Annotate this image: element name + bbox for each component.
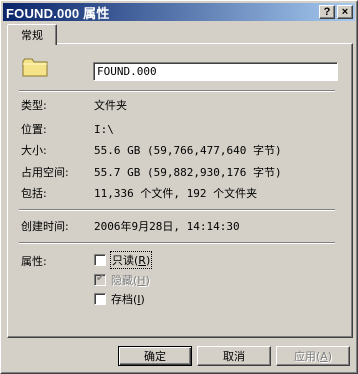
separator [19, 90, 335, 92]
cancel-button[interactable]: 取消 [197, 346, 271, 366]
hidden-checkbox-box: ✔ [94, 274, 106, 286]
apply-text: 应用 [293, 350, 316, 363]
property-row-created: 创建时间: 2006年9月28日, 14:14:30 [21, 219, 240, 233]
archive-checkbox[interactable]: 存档(I) [94, 292, 145, 306]
apply-button: 应用(A) [276, 346, 350, 366]
close-button[interactable]: × [337, 5, 353, 19]
close-icon: × [341, 5, 349, 18]
location-label: 位置: [21, 123, 47, 136]
cancel-button-label: 取消 [223, 350, 245, 363]
readonly-checkbox-label[interactable]: 只读(R) [109, 251, 153, 269]
hidden-checkbox: ✔ 隐藏(H) [94, 273, 150, 287]
contains-value: 11,336 个文件, 192 个文件夹 [94, 187, 258, 200]
property-row-size-on-disk: 占用空间: 55.7 GB (59,882,930,176 字节) [21, 165, 282, 179]
separator [19, 242, 335, 244]
archive-text: 存档 [111, 293, 133, 306]
location-value: I:\ [94, 122, 114, 136]
help-icon: ? [323, 5, 331, 18]
archive-checkbox-box[interactable] [94, 293, 106, 305]
size-on-disk-value: 55.7 GB (59,882,930,176 字节) [94, 166, 282, 179]
separator [19, 209, 335, 211]
property-row-contains: 包括: 11,336 个文件, 192 个文件夹 [21, 186, 257, 200]
hidden-text: 隐藏 [111, 274, 133, 287]
folder-name-field[interactable]: FOUND.000 [93, 62, 338, 81]
type-value: 文件夹 [94, 99, 127, 112]
property-row-type: 类型: 文件夹 [21, 98, 127, 112]
readonly-checkbox[interactable]: 只读(R) [94, 251, 153, 269]
ok-button[interactable]: 确定 [118, 346, 192, 366]
attributes-label: 属性: [21, 255, 47, 268]
ok-button-label: 确定 [144, 350, 166, 363]
tab-general[interactable]: 常规 [7, 24, 57, 45]
apply-button-label: 应用(A) [293, 350, 333, 363]
hidden-key: H [137, 274, 146, 287]
title-bar[interactable]: FOUND.000 属性 ? × [3, 3, 355, 21]
tab-general-label: 常规 [21, 29, 43, 42]
archive-key: I [137, 293, 141, 306]
window-title: FOUND.000 属性 [6, 5, 110, 21]
folder-icon [22, 58, 48, 77]
archive-checkbox-label[interactable]: 存档(I) [111, 291, 145, 307]
created-value: 2006年9月28日, 14:14:30 [94, 220, 240, 233]
apply-key: A [320, 350, 328, 363]
checkmark-icon: ✔ [96, 273, 105, 284]
help-button[interactable]: ? [319, 5, 335, 19]
property-row-location: 位置: I:\ [21, 122, 114, 137]
properties-dialog: FOUND.000 属性 ? × 常规 FOUND.000 类型: 文件夹 位置… [0, 0, 358, 374]
readonly-checkbox-box[interactable] [94, 254, 106, 266]
readonly-key: R [138, 254, 146, 267]
type-label: 类型: [21, 99, 47, 112]
property-row-size: 大小: 55.6 GB (59,766,477,640 字节) [21, 143, 282, 157]
created-label: 创建时间: [21, 220, 69, 233]
size-value: 55.6 GB (59,766,477,640 字节) [94, 144, 282, 157]
size-on-disk-label: 占用空间: [21, 166, 69, 179]
hidden-checkbox-label: 隐藏(H) [111, 274, 150, 287]
readonly-text: 只读 [112, 254, 134, 267]
size-label: 大小: [21, 144, 47, 157]
contains-label: 包括: [21, 187, 47, 200]
